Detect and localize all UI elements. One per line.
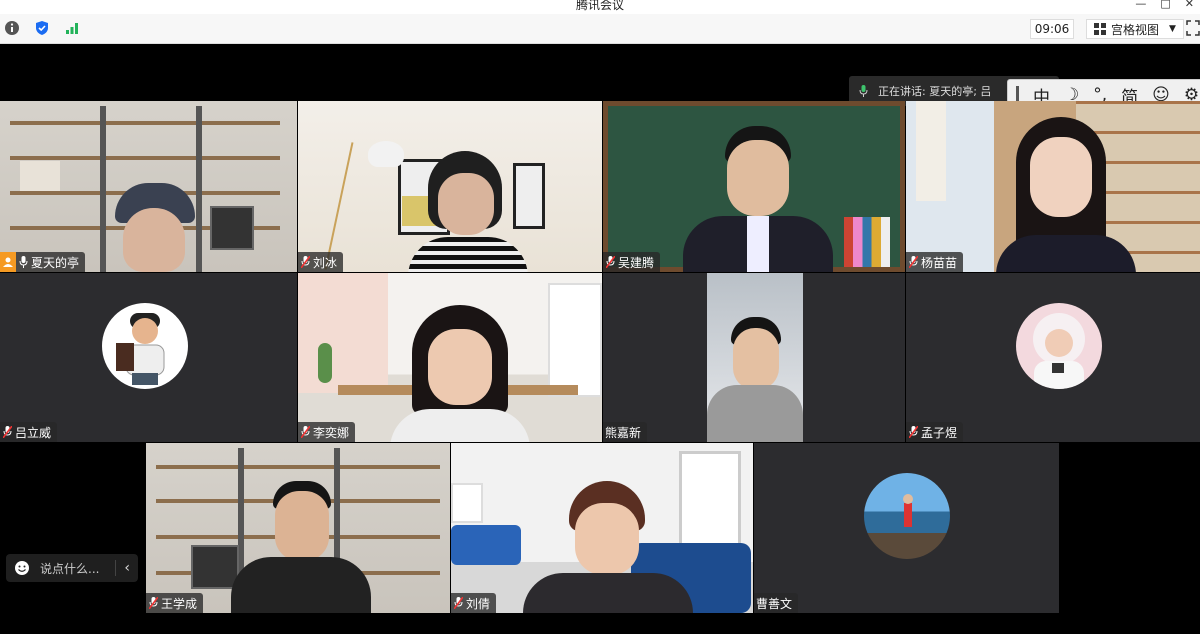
participant-name-tag: 杨苗苗 <box>906 252 964 272</box>
video-tile[interactable]: 孟子煜 <box>906 273 1200 442</box>
participant-name: 孟子煜 <box>921 425 958 440</box>
participant-name: 李奕娜 <box>313 425 350 440</box>
participant-name-tag: 曹善文 <box>754 593 799 613</box>
profile-photo-icon <box>903 494 913 527</box>
participant-name-tag: 李奕娜 <box>298 422 356 442</box>
video-tile[interactable]: 王学成 <box>146 443 450 613</box>
video-tile[interactable]: 刘倩 <box>451 443 753 613</box>
avatar <box>1016 303 1102 389</box>
video-tile[interactable]: 曹善文 <box>754 443 1059 613</box>
mic-muted-icon <box>454 597 463 609</box>
close-button[interactable]: ✕ <box>1185 0 1194 10</box>
participant-video <box>105 183 195 272</box>
avatar <box>864 473 950 559</box>
shield-icon[interactable] <box>34 20 50 36</box>
participant-video <box>523 481 693 613</box>
mic-muted-icon <box>301 256 310 268</box>
participant-name: 夏天的亭 <box>31 255 80 270</box>
host-icon <box>0 252 16 272</box>
mic-muted-icon <box>606 256 615 268</box>
minimize-button[interactable]: — <box>1135 0 1146 10</box>
participant-name: 曹善文 <box>756 596 793 611</box>
meeting-toolbar: 09:06 宫格视图 ▼ <box>0 14 1200 44</box>
cartoon-avatar-icon <box>116 313 165 385</box>
maximize-button[interactable]: □ <box>1160 0 1170 10</box>
participant-name: 刘冰 <box>313 255 338 270</box>
mic-muted-icon <box>149 597 158 609</box>
speaking-text: 正在讲话: 夏天的亭; 吕 <box>878 85 992 98</box>
participant-name: 熊嘉新 <box>605 425 642 440</box>
title-bar: 腾讯会议 — □ ✕ <box>0 0 1200 14</box>
mic-muted-icon <box>909 426 918 438</box>
video-tile[interactable]: 夏天的亭 <box>0 101 297 272</box>
participant-name: 吴建腾 <box>618 255 655 270</box>
chat-placeholder: 说点什么... <box>40 561 100 576</box>
mic-muted-icon <box>3 426 12 438</box>
video-tile[interactable]: 吴建腾 <box>603 101 905 272</box>
video-tile[interactable]: 杨苗苗 <box>906 101 1200 272</box>
video-tile[interactable]: 吕立威 <box>0 273 297 442</box>
participant-video <box>400 151 530 272</box>
participant-name: 杨苗苗 <box>921 255 958 270</box>
participant-name-tag: 刘冰 <box>298 252 344 272</box>
participant-name-tag: 吴建腾 <box>603 252 661 272</box>
window-title: 腾讯会议 <box>575 0 624 12</box>
participant-name: 刘倩 <box>466 596 491 611</box>
chat-input[interactable]: 说点什么... ‹ <box>6 554 138 582</box>
mic-muted-icon <box>301 426 310 438</box>
view-mode-label: 宫格视图 <box>1111 22 1160 37</box>
signal-icon[interactable] <box>64 20 80 36</box>
participant-name-tag: 夏天的亭 <box>0 252 86 272</box>
video-tile[interactable]: 熊嘉新 <box>603 273 905 442</box>
fullscreen-icon[interactable] <box>1186 20 1200 36</box>
participant-name: 王学成 <box>161 596 198 611</box>
view-mode-button[interactable]: 宫格视图 ▼ <box>1086 19 1184 39</box>
collapse-chevron-icon[interactable]: ‹ <box>115 560 138 576</box>
participant-video <box>707 273 803 442</box>
meeting-time: 09:06 <box>1030 19 1074 39</box>
participant-name-tag: 王学成 <box>146 593 204 613</box>
participant-name-tag: 刘倩 <box>451 593 497 613</box>
participant-video <box>683 126 833 272</box>
participant-video <box>390 305 530 442</box>
participant-name-tag: 吕立威 <box>0 422 58 442</box>
profile-photo-icon <box>1033 313 1085 389</box>
mic-icon <box>19 256 28 268</box>
video-tile[interactable]: 刘冰 <box>298 101 602 272</box>
emoji-icon[interactable] <box>14 560 30 576</box>
participant-video <box>986 117 1146 272</box>
participant-name: 吕立威 <box>15 425 52 440</box>
chevron-down-icon: ▼ <box>1169 24 1176 34</box>
mic-icon <box>859 85 868 97</box>
participant-name-tag: 熊嘉新 <box>603 422 648 442</box>
info-icon[interactable] <box>4 20 20 36</box>
participant-name-tag: 孟子煜 <box>906 422 964 442</box>
mic-muted-icon <box>909 256 918 268</box>
video-tile[interactable]: 李奕娜 <box>298 273 602 442</box>
participant-video <box>231 481 371 613</box>
avatar <box>102 303 188 389</box>
grid-icon <box>1094 23 1106 35</box>
